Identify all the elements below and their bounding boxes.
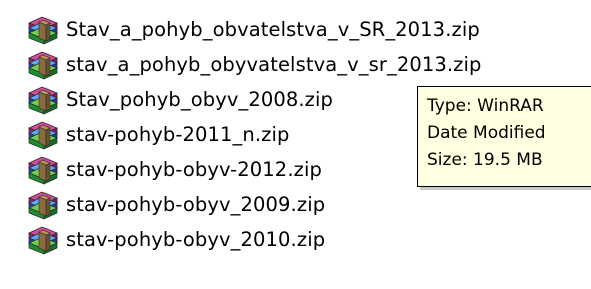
tooltip-type: Type: WinRAR: [427, 96, 544, 116]
file-name: stav_a_pohyb_obyvatelstva_v_sr_2013.zip: [66, 52, 482, 76]
winrar-archive-icon: [26, 155, 62, 185]
tooltip-size: Size: 19.5 MB: [427, 150, 543, 170]
winrar-archive-icon: [26, 120, 62, 150]
file-name: Stav_pohyb_obyv_2008.zip: [66, 87, 333, 111]
winrar-archive-icon: [26, 50, 62, 80]
winrar-archive-icon: [26, 15, 62, 45]
file-name: stav-pohyb-2011_n.zip: [66, 122, 290, 146]
file-item[interactable]: stav-pohyb-obyv_2010.zip: [26, 222, 591, 257]
file-item[interactable]: stav_a_pohyb_obyvatelstva_v_sr_2013.zip: [26, 47, 591, 82]
file-name: stav-pohyb-obyv-2012.zip: [66, 157, 322, 181]
winrar-archive-icon: [26, 225, 62, 255]
file-name: Stav_a_pohyb_obvatelstva_v_SR_2013.zip: [66, 17, 480, 41]
tooltip-date-modified: Date Modified: [427, 123, 546, 143]
file-info-tooltip: Type: WinRAR Date Modified Size: 19.5 MB: [417, 86, 591, 187]
file-item[interactable]: stav-pohyb-obyv_2009.zip: [26, 187, 591, 222]
file-item[interactable]: Stav_a_pohyb_obvatelstva_v_SR_2013.zip: [26, 12, 591, 47]
winrar-archive-icon: [26, 85, 62, 115]
winrar-archive-icon: [26, 190, 62, 220]
file-name: stav-pohyb-obyv_2009.zip: [66, 192, 326, 216]
file-name: stav-pohyb-obyv_2010.zip: [66, 227, 326, 251]
